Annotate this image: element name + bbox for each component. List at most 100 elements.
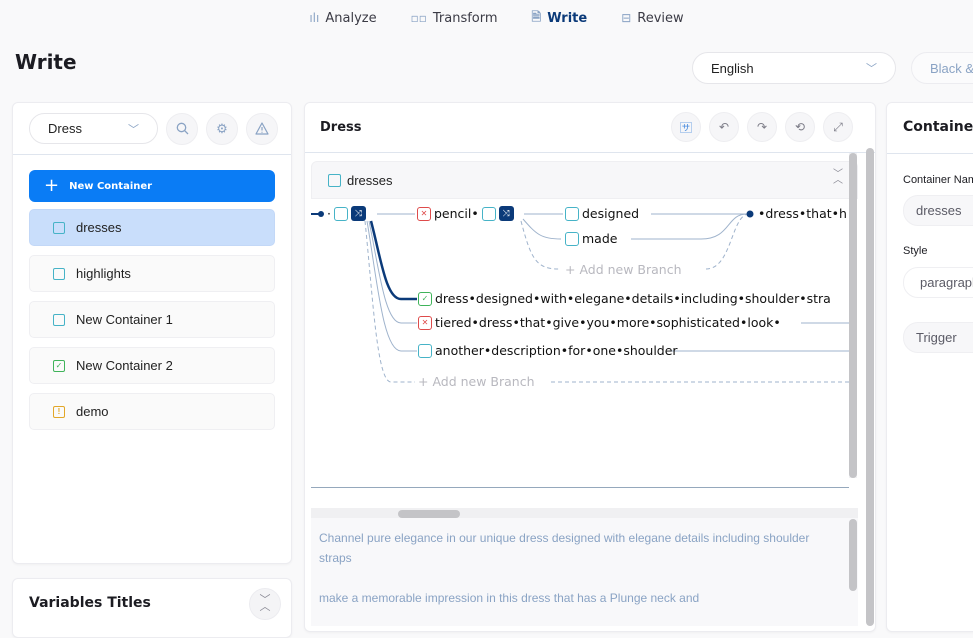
- connector-branch2: [368, 220, 417, 324]
- settings-button[interactable]: ⚙: [206, 112, 238, 145]
- gear-icon: ⚙: [216, 120, 228, 136]
- node-pencil[interactable]: ✕ pencil• ⤨: [417, 206, 514, 221]
- container-list: dresses highlights New Container 1 ✓ New…: [29, 209, 275, 439]
- container-item-new-container-2[interactable]: ✓ New Container 2: [29, 347, 275, 384]
- empty-checkbox[interactable]: [418, 343, 432, 358]
- connector-merge-made: [631, 213, 748, 240]
- page-title: Write: [15, 50, 77, 74]
- history-icon: ⟲: [794, 120, 806, 134]
- shuffle-icon[interactable]: ⤨: [350, 206, 366, 221]
- container-label: highlights: [76, 266, 131, 281]
- empty-checkbox[interactable]: [481, 206, 496, 221]
- search-icon: [176, 122, 188, 135]
- node-made[interactable]: made: [565, 231, 617, 246]
- redo-button[interactable]: ↷: [747, 112, 777, 142]
- empty-checkbox[interactable]: [565, 231, 579, 246]
- empty-status-icon: [328, 173, 341, 187]
- style-label: Style: [903, 245, 928, 257]
- canvas-vertical-scrollbar[interactable]: [849, 153, 857, 478]
- collapse-icon: ﹀ ︿: [259, 594, 271, 613]
- node-label: tiered•dress•that•give•you•more•sophisti…: [435, 315, 781, 330]
- grid-icon: ▫▫: [410, 11, 427, 25]
- container-item-dresses[interactable]: dresses: [29, 209, 275, 246]
- error-checkbox[interactable]: ✕: [418, 315, 432, 330]
- undo-icon: ↶: [718, 120, 730, 134]
- history-button[interactable]: ⟲: [785, 112, 815, 142]
- node-branch3[interactable]: another•description•for•one•shoulder: [418, 343, 678, 358]
- expand-button[interactable]: ⤢: [823, 112, 853, 142]
- page-scrollbar[interactable]: [866, 148, 874, 626]
- undo-button[interactable]: ↶: [709, 112, 739, 142]
- nav-label: Write: [547, 10, 588, 26]
- scroll-thumb[interactable]: [398, 510, 460, 518]
- container-section-header[interactable]: dresses ﹀ ︿: [311, 161, 858, 199]
- redo-icon: ↷: [756, 120, 768, 134]
- add-sub-branch-button[interactable]: + Add new Branch: [565, 262, 682, 277]
- empty-status-icon: [53, 221, 65, 234]
- container-item-highlights[interactable]: highlights: [29, 255, 275, 292]
- node-label: made: [582, 231, 618, 246]
- container-name-label: Container Name: [903, 174, 973, 186]
- node-label: dress•designed•with•elegane•details•incl…: [435, 291, 831, 306]
- empty-checkbox[interactable]: [565, 206, 579, 221]
- warning-icon: [255, 122, 269, 135]
- container-section-label: dresses: [347, 172, 393, 188]
- node-branch2[interactable]: ✕ tiered•dress•that•give•you•more•sophis…: [418, 315, 781, 330]
- bar-chart-icon: ılı: [309, 11, 320, 25]
- editor-toolbar: 🈂 ↶ ↷ ⟲ ⤢: [671, 112, 853, 142]
- empty-status-icon: [53, 267, 65, 280]
- category-dropdown[interactable]: Dress ﹀: [29, 113, 158, 144]
- style-select[interactable]: paragraph: [903, 267, 973, 298]
- language-value: English: [711, 60, 754, 76]
- empty-status-icon: [53, 313, 65, 326]
- node-label: designed: [582, 206, 640, 221]
- containers-toolbar: Dress ﹀ ⚙: [13, 103, 291, 155]
- nav-transform[interactable]: ▫▫ Transform: [411, 11, 498, 26]
- variables-title: Variables Titles: [29, 595, 151, 611]
- expand-icon: ⤢: [833, 119, 843, 134]
- containers-panel: Dress ﹀ ⚙ + New Container dresses highli…: [12, 102, 292, 564]
- warnings-button[interactable]: [246, 112, 278, 145]
- nav-review[interactable]: ⊟ Review: [621, 11, 683, 26]
- check-checkbox[interactable]: ✓: [418, 291, 432, 306]
- search-button[interactable]: [166, 112, 198, 145]
- folder-icon: ⊟: [621, 11, 632, 25]
- node-label: another•description•for•one•shoulder: [435, 343, 678, 358]
- trigger-field[interactable]: Trigger: [903, 322, 973, 353]
- new-container-button[interactable]: + New Container: [29, 170, 275, 202]
- chevron-down-icon: ﹀: [128, 123, 139, 136]
- scroll-thumb[interactable]: [849, 153, 857, 478]
- divider: [887, 153, 973, 154]
- container-properties-panel: Container Container Name dresses Style p…: [886, 102, 973, 632]
- editor-panel: Dress 🈂 ↶ ↷ ⟲ ⤢ dresses ﹀ ︿ · ⤨ ✕ pencil…: [304, 102, 876, 632]
- add-branch-button[interactable]: + Add new Branch: [418, 374, 535, 389]
- theme-select[interactable]: Black &: [911, 52, 973, 84]
- node-designed[interactable]: designed: [565, 206, 639, 221]
- collapse-icon[interactable]: ﹀ ︿: [833, 170, 843, 186]
- canvas-divider: [311, 487, 849, 488]
- container-label: demo: [76, 404, 109, 419]
- translate-button[interactable]: 🈂: [671, 112, 701, 142]
- shuffle-icon[interactable]: ⤨: [498, 206, 514, 221]
- connector-made: [522, 218, 562, 240]
- container-item-new-container-1[interactable]: New Container 1: [29, 301, 275, 338]
- node-dress-that[interactable]: •dress•that•h: [758, 206, 847, 221]
- branch-canvas: · ⤨ ✕ pencil• ⤨ designed made + Add new …: [311, 199, 849, 489]
- connector-add-sub-branch: [520, 220, 560, 270]
- container-label: dresses: [76, 220, 122, 235]
- nav-analyze[interactable]: ılı Analyze: [309, 11, 376, 26]
- preview-scrollbar[interactable]: [849, 519, 857, 591]
- node-label: pencil•: [434, 206, 479, 221]
- language-select[interactable]: English ﹀: [692, 52, 896, 84]
- node-branch1[interactable]: ✓ dress•designed•with•elegane•details•in…: [418, 291, 831, 306]
- container-name-input[interactable]: dresses: [903, 195, 973, 226]
- empty-checkbox[interactable]: [333, 206, 348, 221]
- container-item-demo[interactable]: ! demo: [29, 393, 275, 430]
- nav-write[interactable]: 🗎 Write: [532, 8, 588, 29]
- error-checkbox[interactable]: ✕: [417, 206, 431, 221]
- plus-icon: +: [44, 175, 60, 196]
- canvas-horizontal-scrollbar[interactable]: [311, 508, 858, 518]
- node-label: •dress•that•h: [758, 206, 847, 221]
- warning-status-icon: !: [53, 405, 65, 418]
- variables-collapse-button[interactable]: ﹀ ︿: [249, 588, 281, 620]
